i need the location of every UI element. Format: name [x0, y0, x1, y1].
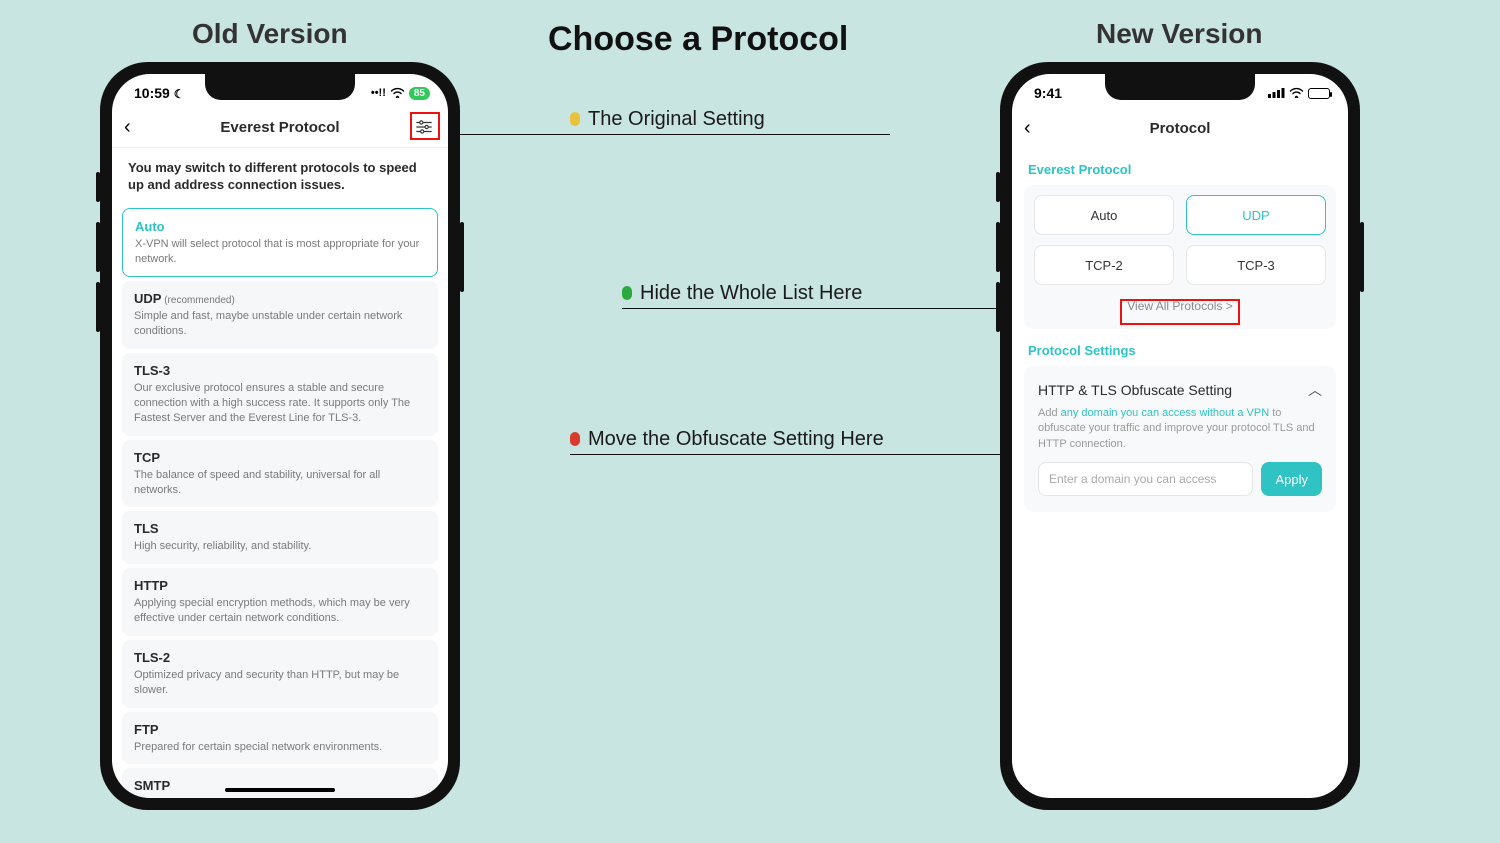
- protocol-grid: AutoUDPTCP-2TCP-3 View All Protocols >: [1024, 185, 1336, 329]
- protocol-option[interactable]: UDP (recommended) Simple and fast, maybe …: [122, 281, 438, 349]
- protocol-option[interactable]: TLS High security, reliability, and stabi…: [122, 511, 438, 564]
- protocol-grid-button[interactable]: Auto: [1034, 195, 1174, 235]
- annotation-underline: [622, 308, 1002, 309]
- annotation-original-setting: The Original Setting: [570, 108, 765, 131]
- status-time: 10:59: [134, 85, 170, 101]
- protocol-name: HTTP: [134, 578, 426, 593]
- protocol-option[interactable]: TLS-2 Optimized privacy and security than…: [122, 640, 438, 708]
- obfuscate-card: HTTP & TLS Obfuscate Setting ︿ Add any d…: [1024, 366, 1336, 512]
- protocol-name: FTP: [134, 722, 426, 737]
- back-button[interactable]: ‹: [1024, 117, 1048, 140]
- protocol-option[interactable]: TCP The balance of speed and stability, u…: [122, 440, 438, 508]
- back-button[interactable]: ‹: [124, 116, 148, 139]
- recommended-tag: (recommended): [161, 295, 234, 306]
- protocol-grid-button[interactable]: TCP-3: [1186, 245, 1326, 285]
- phone-frame-new: 9:41 ‹ Protocol Everest Protocol Auto UDP…: [1000, 62, 1360, 810]
- section-label-protocol: Everest Protocol: [1012, 148, 1348, 185]
- protocol-option[interactable]: SMTP: [122, 768, 438, 798]
- protocol-description: Applying special encryption methods, whi…: [134, 596, 426, 626]
- protocol-description: Simple and fast, maybe unstable under ce…: [134, 309, 426, 339]
- protocol-description: High security, reliability, and stabilit…: [134, 539, 426, 554]
- phone-frame-old: 10:59 ☾ ••!! 85 ‹ Everest Protocol You m…: [100, 62, 460, 810]
- protocol-description: The balance of speed and stability, univ…: [134, 468, 426, 498]
- protocol-grid-button[interactable]: TCP-2: [1034, 245, 1174, 285]
- bullet-icon: [570, 432, 580, 446]
- wifi-icon: [1289, 85, 1304, 101]
- page-title: Protocol: [1150, 120, 1211, 137]
- apply-button[interactable]: Apply: [1261, 462, 1322, 496]
- protocol-description: Optimized privacy and security than HTTP…: [134, 668, 426, 698]
- highlight-box: [1120, 299, 1240, 325]
- protocol-grid-button[interactable]: UDP: [1186, 195, 1326, 235]
- status-time: 9:41: [1034, 85, 1062, 101]
- protocol-description: Prepared for certain special network env…: [134, 740, 426, 755]
- protocol-option[interactable]: Auto X-VPN will select protocol that is m…: [122, 208, 438, 278]
- annotation-hide-list: Hide the Whole List Here: [622, 282, 862, 305]
- protocol-description: Our exclusive protocol ensures a stable …: [134, 381, 426, 426]
- heading-main: Choose a Protocol: [548, 20, 848, 59]
- notch: [205, 74, 355, 100]
- page-title: Everest Protocol: [220, 119, 339, 136]
- protocol-name: Auto: [135, 219, 425, 234]
- obfuscate-title: HTTP & TLS Obfuscate Setting: [1038, 382, 1232, 398]
- protocol-name: TLS: [134, 521, 426, 536]
- heading-old: Old Version: [192, 18, 348, 50]
- battery-icon: [1308, 88, 1330, 99]
- heading-new: New Version: [1096, 18, 1263, 50]
- app-header: ‹ Protocol: [1012, 108, 1348, 148]
- obfuscate-description: Add any domain you can access without a …: [1038, 406, 1322, 452]
- obfuscate-link[interactable]: any domain you can access without a VPN: [1061, 407, 1270, 419]
- protocol-option[interactable]: FTP Prepared for certain special network …: [122, 712, 438, 765]
- wifi-icon: [390, 85, 405, 101]
- app-header: ‹ Everest Protocol: [112, 108, 448, 148]
- section-label-settings: Protocol Settings: [1012, 329, 1348, 366]
- protocol-option[interactable]: HTTP Applying special encryption methods,…: [122, 568, 438, 636]
- obfuscate-domain-input[interactable]: Enter a domain you can access: [1038, 462, 1253, 496]
- battery-indicator: 85: [409, 87, 430, 100]
- protocol-name: UDP (recommended): [134, 291, 426, 306]
- protocol-name: TCP: [134, 450, 426, 465]
- protocol-description: X-VPN will select protocol that is most …: [135, 237, 425, 267]
- protocol-option[interactable]: TLS-3 Our exclusive protocol ensures a st…: [122, 353, 438, 436]
- chevron-up-icon[interactable]: ︿: [1308, 380, 1322, 400]
- cellular-icon: [1268, 85, 1285, 101]
- bullet-icon: [622, 286, 632, 300]
- annotation-underline: [570, 454, 1000, 455]
- intro-text: You may switch to different protocols to…: [112, 148, 448, 204]
- protocol-name: TLS-3: [134, 363, 426, 378]
- home-indicator: [225, 788, 335, 792]
- do-not-disturb-icon: ☾: [174, 87, 185, 101]
- notch: [1105, 74, 1255, 100]
- highlight-box: [410, 112, 440, 140]
- annotation-move-obfuscate: Move the Obfuscate Setting Here: [570, 428, 884, 451]
- bullet-icon: [570, 112, 580, 126]
- protocol-name: TLS-2: [134, 650, 426, 665]
- cellular-icon: ••!!: [371, 87, 386, 99]
